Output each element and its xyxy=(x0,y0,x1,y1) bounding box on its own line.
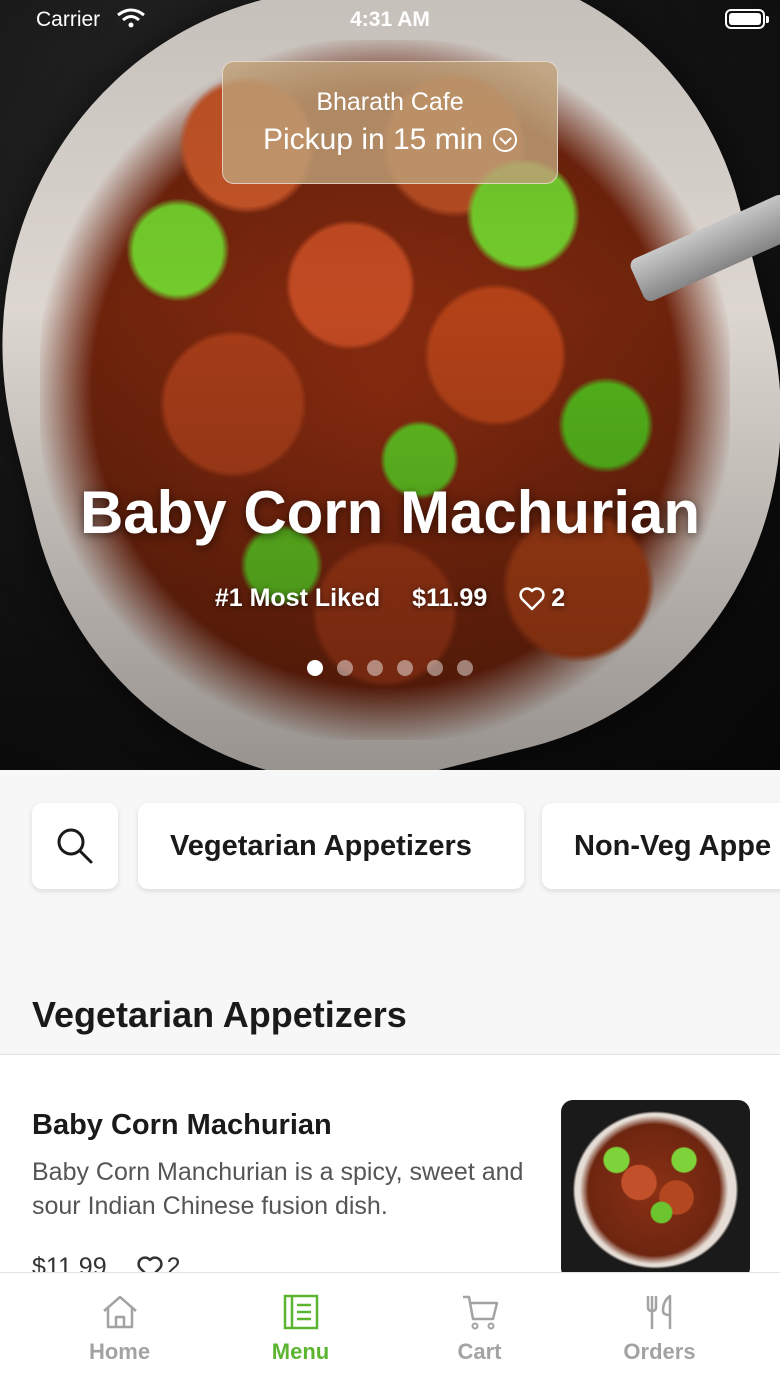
tab-label: Menu xyxy=(271,1339,330,1364)
status-bar: Carrier 4:31 AM xyxy=(0,0,780,40)
home-icon xyxy=(102,1295,137,1329)
tab-menu[interactable]: Menu xyxy=(203,1273,398,1387)
tab-label: Orders xyxy=(623,1339,696,1364)
carousel-dot[interactable] xyxy=(457,660,473,676)
tab-label: Cart xyxy=(457,1339,502,1364)
carousel-dot[interactable] xyxy=(427,660,443,676)
chevron-down-icon xyxy=(493,128,518,152)
hero-title: Baby Corn Machurian xyxy=(79,479,701,546)
menu-icon xyxy=(283,1294,318,1330)
menu-item[interactable]: Baby Corn Machurian Baby Corn Manchurian… xyxy=(0,1055,780,1275)
cafe-name: Bharath Cafe xyxy=(316,88,464,116)
menu-item-name: Baby Corn Machurian xyxy=(32,1109,332,1141)
category-bar: Vegetarian Appetizers Non-Veg Appe xyxy=(0,770,780,930)
carousel-dot[interactable] xyxy=(397,660,413,676)
battery-icon xyxy=(725,9,769,29)
carousel-dot[interactable] xyxy=(307,660,323,676)
tab-label: Home xyxy=(88,1339,151,1364)
tab-home[interactable]: Home xyxy=(22,1273,217,1387)
tab-bar: Home Menu Cart Orders xyxy=(0,1272,780,1387)
pickup-time: Pickup in 15 min xyxy=(262,123,484,156)
heart-icon xyxy=(519,586,545,610)
category-search-button[interactable] xyxy=(32,803,118,889)
hero-price: $11.99 xyxy=(412,584,488,612)
menu-item-description: Baby Corn Manchurian is a spicy, sweet a… xyxy=(32,1158,524,1220)
tab-orders[interactable]: Orders xyxy=(562,1273,757,1387)
carousel-dots[interactable] xyxy=(0,660,780,676)
hero-badge: #1 Most Liked xyxy=(214,584,381,612)
pickup-selector[interactable]: Bharath Cafe Pickup in 15 min xyxy=(222,61,558,184)
hero-likes: 2 xyxy=(551,584,566,612)
category-chip[interactable]: Vegetarian Appetizers xyxy=(138,803,524,889)
section-title: Vegetarian Appetizers xyxy=(32,994,407,1035)
utensils-icon xyxy=(646,1294,671,1329)
status-time: 4:31 AM xyxy=(350,8,430,31)
hero-carousel[interactable]: Carrier 4:31 AM Bharath Cafe Pickup in 1… xyxy=(0,0,780,770)
cart-icon xyxy=(462,1295,498,1330)
carousel-dot[interactable] xyxy=(337,660,353,676)
search-icon xyxy=(57,828,93,864)
category-chip[interactable]: Non-Veg Appe xyxy=(542,803,780,889)
menu-item-image xyxy=(561,1100,750,1275)
tab-cart[interactable]: Cart xyxy=(382,1273,577,1387)
carousel-dot[interactable] xyxy=(367,660,383,676)
